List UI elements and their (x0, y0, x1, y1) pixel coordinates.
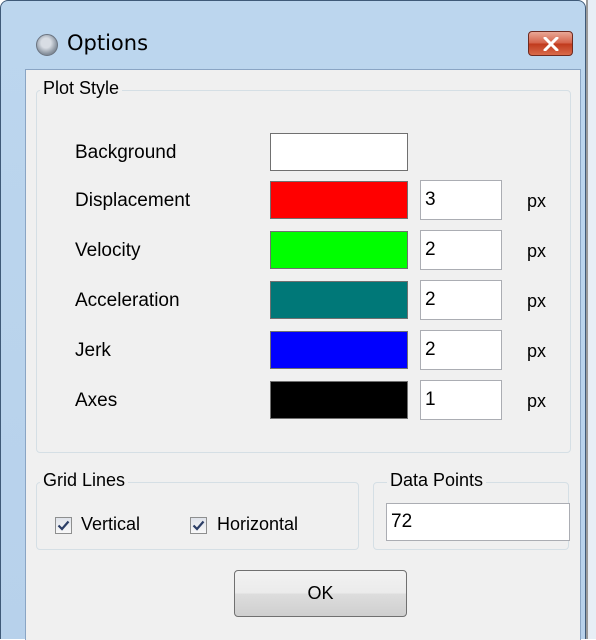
data-points-input[interactable] (386, 503, 570, 541)
velocity-label: Velocity (75, 240, 141, 261)
checkmark-icon (192, 520, 205, 531)
dialog-client-area: Plot Style Background Displacement px Ve… (25, 69, 581, 640)
jerk-color-swatch[interactable] (270, 331, 408, 369)
displacement-color-swatch[interactable] (270, 181, 408, 219)
jerk-label: Jerk (75, 340, 111, 361)
data-points-label: Data Points (387, 470, 487, 491)
acceleration-color-swatch[interactable] (270, 281, 408, 319)
axes-unit: px (527, 391, 547, 411)
close-button[interactable] (528, 31, 573, 56)
window-icon (36, 34, 58, 56)
ok-button[interactable]: OK (234, 570, 407, 617)
grid-lines-label: Grid Lines (40, 470, 129, 491)
vertical-label[interactable]: Vertical (81, 514, 140, 535)
displacement-label: Displacement (75, 190, 191, 211)
acceleration-label: Acceleration (75, 290, 180, 311)
jerk-width-input[interactable] (420, 330, 502, 370)
close-icon (543, 36, 558, 51)
background-label: Background (75, 142, 177, 163)
displacement-width-input[interactable] (420, 180, 502, 220)
options-dialog: Options Plot Style Background Displaceme… (0, 0, 586, 640)
displacement-unit: px (527, 191, 547, 211)
background-window-edge (586, 0, 596, 639)
velocity-unit: px (527, 241, 547, 261)
checkmark-icon (57, 520, 70, 531)
jerk-unit: px (527, 341, 547, 361)
plot-style-group: Plot Style Background Displacement px Ve… (36, 78, 571, 453)
acceleration-unit: px (527, 291, 547, 311)
window-title: Options (67, 31, 149, 55)
vertical-checkbox[interactable] (55, 517, 72, 534)
horizontal-checkbox[interactable] (190, 517, 207, 534)
acceleration-width-input[interactable] (420, 280, 502, 320)
data-points-group: Data Points (373, 470, 570, 550)
horizontal-label[interactable]: Horizontal (217, 514, 298, 535)
plot-style-label: Plot Style (40, 78, 123, 99)
axes-label: Axes (75, 390, 118, 411)
velocity-width-input[interactable] (420, 230, 502, 270)
grid-lines-group: Grid Lines Vertical Horizontal (36, 470, 359, 550)
velocity-color-swatch[interactable] (270, 231, 408, 269)
axes-width-input[interactable] (420, 380, 502, 420)
background-color-swatch[interactable] (270, 133, 408, 171)
axes-color-swatch[interactable] (270, 381, 408, 419)
